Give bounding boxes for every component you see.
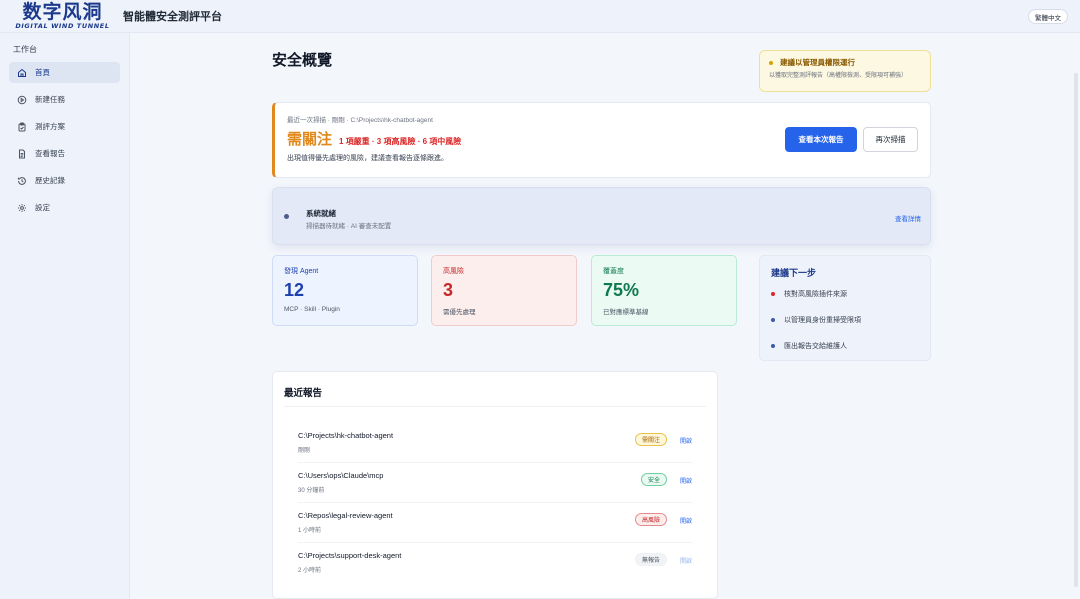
report-path: C:\Projects\support-desk-agent	[298, 551, 402, 560]
logo-main-text: 数字风洞	[22, 0, 103, 23]
scrollbar[interactable]	[1074, 73, 1078, 587]
status-dot-icon	[284, 214, 289, 219]
last-scan-status: 需關注	[287, 131, 333, 148]
open-report-link[interactable]: 開啟	[680, 436, 692, 445]
stat-value: 12	[284, 280, 305, 300]
sidebar-item-home[interactable]: 首頁	[9, 62, 120, 83]
report-time: 剛剛	[298, 448, 311, 454]
main-content: 安全概覽 建議以管理員權限運行 以獲取完整測評報告（高權限檢測、受限項可補強） …	[131, 33, 1080, 599]
stat-card-high-risk[interactable]: 高風險 3 需優先處理	[431, 255, 577, 326]
divider	[284, 406, 706, 407]
sidebar-item-reports[interactable]: 查看報告	[9, 143, 120, 164]
app-title: 智能體安全測評平台	[123, 11, 222, 23]
engine-status-card: 系統就緒 掃描器待就緒 · AI 審查未配置 查看詳情	[272, 187, 931, 245]
stat-value: 75%	[603, 280, 640, 300]
engine-details-link[interactable]: 查看詳情	[895, 213, 921, 223]
last-scan-description: 出現值得優先處理的風險，建議查看報告逐條跟進。	[287, 155, 448, 162]
stat-value: 3	[443, 280, 454, 300]
stat-sub: MCP · Skill · Plugin	[284, 306, 340, 313]
view-report-button[interactable]: 查看本次報告	[785, 127, 857, 152]
next-step-text: 核對高風險插件來源	[784, 291, 847, 298]
sidebar-item-plans[interactable]: 測評方案	[9, 116, 120, 137]
status-badge: 需關注	[634, 433, 667, 446]
bullet-dot-icon	[771, 292, 775, 296]
next-step-item[interactable]: 匯出報告交給維護人	[771, 341, 919, 351]
play-circle-icon	[17, 95, 27, 104]
open-report-link[interactable]: 開啟	[680, 516, 692, 525]
document-icon	[19, 149, 25, 158]
admin-tip-text: 以獲取完整測評報告（高權限檢測、受限項可補強）	[769, 73, 908, 79]
stat-sub: 已對應標準基線	[603, 309, 649, 316]
report-time: 1 小時前	[298, 528, 322, 534]
sidebar: 工作台 首頁 新建任務 測評方案 查看報告 歷史記錄 設定	[0, 33, 130, 599]
status-badge: 無報告	[634, 553, 667, 566]
engine-status-name: 系統就緒	[306, 209, 336, 218]
stat-sub: 需優先處理	[443, 309, 476, 316]
sidebar-item-label: 歷史記錄	[35, 176, 65, 185]
stat-label: 高風險	[443, 268, 464, 275]
next-step-text: 匯出報告交給維護人	[784, 343, 847, 350]
report-time: 30 分鐘前	[298, 488, 325, 494]
sidebar-item-label: 新建任務	[35, 95, 65, 104]
report-path: C:\Projects\hk-chatbot-agent	[298, 431, 394, 440]
next-step-item[interactable]: 核對高風險插件來源	[771, 289, 919, 299]
status-badge: 安全	[640, 473, 667, 486]
status-badge: 高風險	[634, 513, 667, 526]
open-report-link[interactable]: 開啟	[680, 476, 692, 485]
sidebar-item-history[interactable]: 歷史記錄	[9, 170, 120, 191]
admin-tip-title-row: 建議以管理員權限運行	[769, 57, 921, 68]
bullet-dot-icon	[771, 318, 775, 322]
next-steps-title: 建議下一步	[771, 268, 817, 278]
recent-reports-title: 最近報告	[284, 388, 323, 399]
report-row[interactable]: C:\Projects\support-desk-agent 2 小時前 無報告…	[298, 543, 692, 583]
engine-status-detail: 掃描器待就緒 · AI 審查未配置	[306, 223, 392, 230]
report-row[interactable]: C:\Projects\hk-chatbot-agent 剛剛 需關注 開啟	[298, 423, 692, 463]
report-path: C:\Users\ops\Claude\mcp	[298, 471, 384, 480]
next-step-text: 以管理員身份重掃受限項	[784, 317, 861, 324]
last-scan-counts: 1 項嚴重 · 3 項高風險 · 6 項中風險	[339, 137, 462, 146]
report-row[interactable]: C:\Users\ops\Claude\mcp 30 分鐘前 安全 開啟	[298, 463, 692, 503]
admin-tip-title: 建議以管理員權限運行	[780, 58, 855, 67]
report-path: C:\Repos\legal-review-agent	[298, 511, 393, 520]
warning-dot-icon	[769, 60, 773, 65]
next-step-item[interactable]: 以管理員身份重掃受限項	[771, 315, 919, 325]
last-scan-card: 最近一次掃描 · 剛剛 · C:\Projects\hk-chatbot-age…	[272, 102, 931, 178]
last-scan-meta: 最近一次掃描 · 剛剛 · C:\Projects\hk-chatbot-age…	[287, 117, 433, 124]
report-time: 2 小時前	[298, 568, 322, 574]
stat-label: 發現 Agent	[284, 268, 319, 275]
bullet-dot-icon	[771, 344, 775, 348]
stat-label: 覆蓋度	[603, 268, 624, 275]
sidebar-item-new-task[interactable]: 新建任務	[9, 89, 120, 110]
report-row[interactable]: C:\Repos\legal-review-agent 1 小時前 高風險 開啟	[298, 503, 692, 543]
recent-reports-panel: 最近報告 C:\Projects\hk-chatbot-agent 剛剛 需關注…	[272, 371, 718, 599]
stat-card-coverage[interactable]: 覆蓋度 75% 已對應標準基線	[591, 255, 737, 326]
sidebar-section-label: 工作台	[13, 45, 37, 54]
brand-logo[interactable]: 数字风洞 DIGITAL WIND TUNNEL	[10, 0, 115, 33]
page-title: 安全概覽	[272, 52, 333, 69]
history-icon	[17, 176, 26, 185]
sidebar-item-label: 首頁	[35, 68, 50, 77]
rescan-button[interactable]: 再次掃描	[863, 127, 918, 152]
sidebar-item-label: 測評方案	[35, 122, 65, 131]
sidebar-item-label: 查看報告	[35, 149, 65, 158]
next-steps-panel: 建議下一步 核對高風險插件來源 以管理員身份重掃受限項 匯出報告交給維護人	[759, 255, 931, 361]
home-icon	[18, 68, 26, 77]
top-bar: 数字风洞 DIGITAL WIND TUNNEL 智能體安全測評平台 繁體中文	[0, 0, 1080, 33]
open-report-link[interactable]: 開啟	[680, 556, 692, 565]
language-switch-button[interactable]: 繁體中文	[1028, 9, 1068, 24]
clipboard-icon	[18, 122, 26, 131]
logo-sub-text: DIGITAL WIND TUNNEL	[15, 21, 110, 30]
stat-card-agents[interactable]: 發現 Agent 12 MCP · Skill · Plugin	[272, 255, 418, 326]
gear-icon	[18, 203, 26, 212]
sidebar-item-label: 設定	[35, 203, 50, 212]
sidebar-item-settings[interactable]: 設定	[9, 197, 120, 218]
admin-permission-tip: 建議以管理員權限運行 以獲取完整測評報告（高權限檢測、受限項可補強）	[759, 50, 931, 92]
